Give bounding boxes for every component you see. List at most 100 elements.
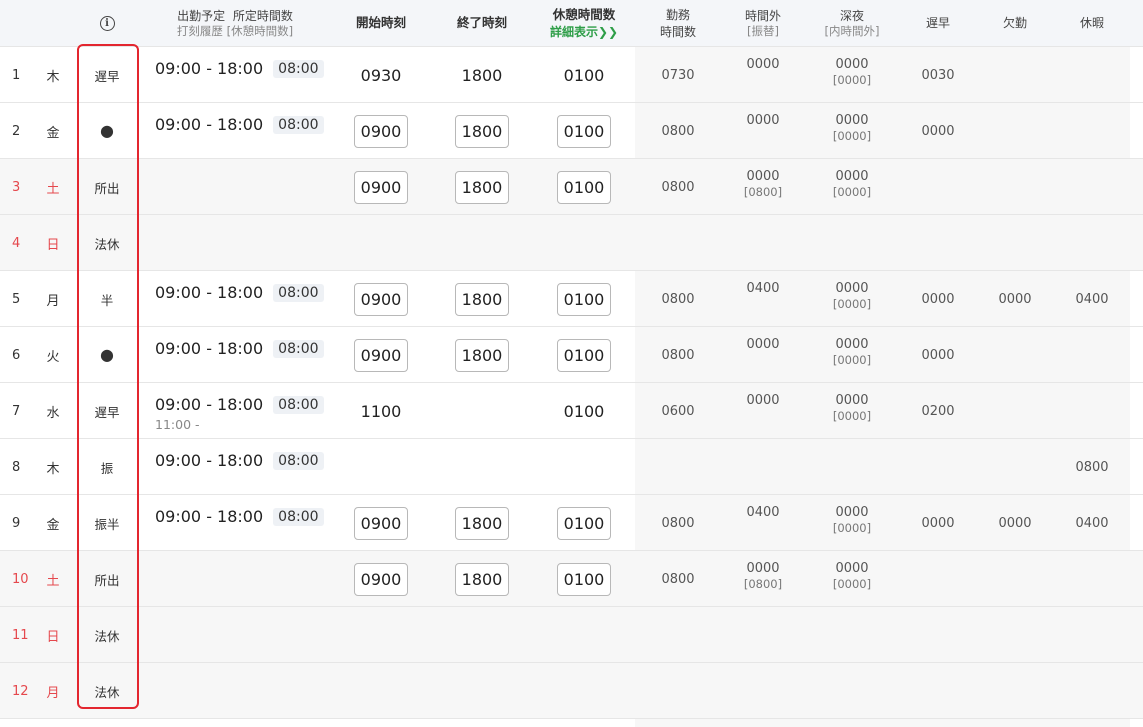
leave-header: 休暇 xyxy=(1079,16,1104,31)
start-time-input[interactable]: 0900 xyxy=(354,170,408,204)
end-time-input[interactable]: 1800 xyxy=(455,114,509,148)
overtime-transfer-value: [0800] xyxy=(743,185,783,199)
day-of-week: 日 xyxy=(46,237,60,253)
rest-time-cell: 0100 xyxy=(542,271,626,327)
attendance-type-cell[interactable]: 半 xyxy=(78,271,136,327)
night-value: 0000 xyxy=(835,281,869,296)
night-value: 0000 xyxy=(835,505,869,520)
start-time-input[interactable]: 0900 xyxy=(354,338,408,372)
end-time-input[interactable]: 1800 xyxy=(455,506,509,540)
attendance-type-cell[interactable]: 所出 xyxy=(78,159,136,215)
work-hours-value: 0800 xyxy=(661,515,695,531)
absence-header: 欠勤 xyxy=(1002,16,1027,31)
work-hours-header: 勤務 時間数 xyxy=(640,0,716,47)
plan-hours-badge: 08:00 xyxy=(273,395,324,414)
work-hours-value: 0730 xyxy=(661,67,695,83)
attendance-type-cell[interactable]: 法休 xyxy=(78,663,136,719)
attendance-type-cell[interactable]: ● xyxy=(78,103,136,159)
plan-time-range: 09:00 - 18:00 xyxy=(155,339,264,358)
rest-time-input[interactable]: 0100 xyxy=(557,338,611,372)
plan-time-line: 09:00 - 18:00 08:00 xyxy=(155,339,324,358)
night-overtime-value: [0000] xyxy=(832,129,872,143)
rest-time-input[interactable]: 0100 xyxy=(557,170,611,204)
attendance-type-cell[interactable]: 振半 xyxy=(78,495,136,551)
late-early-value: 0000 xyxy=(921,291,955,307)
night-cell: 0000 [0000] xyxy=(812,271,892,327)
start-time-value[interactable]: 1100 xyxy=(361,402,402,421)
table-row: 8 木 振 09:00 - 18:00 08:00 0800 xyxy=(0,439,1143,495)
end-time-input[interactable]: 1800 xyxy=(455,562,509,596)
rest-detail-link[interactable]: 詳細表示❯❯ xyxy=(550,24,618,40)
attendance-type-cell[interactable]: 法休 xyxy=(78,215,136,271)
overtime-value: 0000 xyxy=(746,561,780,576)
night-value: 0000 xyxy=(835,113,869,128)
night-header: 深夜 [内時間外] xyxy=(812,0,892,47)
end-time-input[interactable]: 1800 xyxy=(455,338,509,372)
end-time-input[interactable]: 1800 xyxy=(455,170,509,204)
info-icon[interactable]: i xyxy=(99,16,115,31)
type-column-header: i xyxy=(78,0,136,47)
overtime-cell: 0000 [0800] xyxy=(722,159,804,215)
start-time-input[interactable]: 0900 xyxy=(354,114,408,148)
dot-icon: ● xyxy=(100,121,114,140)
plan-title: 出勤予定 xyxy=(177,8,226,23)
attendance-type-cell[interactable]: 遅早 xyxy=(78,383,136,439)
dot-icon: ● xyxy=(100,345,114,364)
day-of-week: 水 xyxy=(46,405,60,421)
attendance-type-label: 所出 xyxy=(94,180,120,196)
rest-time-input[interactable]: 0100 xyxy=(557,562,611,596)
rest-time-input[interactable]: 0100 xyxy=(557,282,611,316)
day-number: 6 xyxy=(12,347,21,363)
attendance-type-cell[interactable]: ● xyxy=(78,327,136,383)
night-cell: 0000 [0000] xyxy=(812,551,892,607)
plan-time-range: 09:00 - 18:00 xyxy=(155,59,264,78)
attendance-type-cell[interactable]: 振 xyxy=(78,439,136,495)
start-time-input[interactable]: 0900 xyxy=(354,506,408,540)
attendance-type-label: 法休 xyxy=(94,236,120,252)
attendance-type-cell[interactable]: 法休 xyxy=(78,607,136,663)
day-of-week: 金 xyxy=(46,517,60,533)
table-row: 1 木 遅早 09:00 - 18:00 08:00 0930 1800 0100 0730 00… xyxy=(0,47,1143,103)
overtime-value: 0000 xyxy=(746,393,780,408)
start-time-cell: 0900 xyxy=(340,159,422,215)
rest-title: 休憩時間数 xyxy=(552,6,616,22)
start-time-value[interactable]: 0930 xyxy=(361,66,402,85)
rest-time-cell: 0100 xyxy=(542,103,626,159)
end-time-header: 終了時刻 xyxy=(456,15,507,31)
planned-shift: 09:00 - 18:00 08:00 xyxy=(155,103,355,159)
end-time-input[interactable]: 1800 xyxy=(455,282,509,316)
plan-time-line: 09:00 - 18:00 08:00 xyxy=(155,395,324,414)
night-value: 0000 xyxy=(835,57,869,72)
planned-shift: 09:00 - 18:00 08:00 xyxy=(155,47,355,103)
start-time-input[interactable]: 0900 xyxy=(354,562,408,596)
rest-time-input[interactable]: 0100 xyxy=(557,114,611,148)
night-overtime-value: [0000] xyxy=(832,353,872,367)
attendance-type-label: 法休 xyxy=(94,628,120,644)
day-number: 10 xyxy=(12,571,29,587)
planned-shift: 09:00 - 18:00 08:00 xyxy=(155,439,355,495)
attendance-type-cell[interactable]: 遅早 xyxy=(78,47,136,103)
day-number: 3 xyxy=(12,179,21,195)
table-row: 9 金 振半 09:00 - 18:00 08:00 0900 1800 0100 0800 04… xyxy=(0,495,1143,551)
late-early-value: 0000 xyxy=(921,123,955,139)
start-time-input[interactable]: 0900 xyxy=(354,282,408,316)
day-of-week: 木 xyxy=(46,69,60,85)
night-value: 0000 xyxy=(835,561,869,576)
table-row: 2 金 ● 09:00 - 18:00 08:00 0900 1800 0100 0800 000… xyxy=(0,103,1143,159)
end-time-cell: 1800 xyxy=(441,271,523,327)
rest-time-value[interactable]: 0100 xyxy=(564,402,605,421)
attendance-type-cell[interactable]: 所出 xyxy=(78,551,136,607)
start-time-cell: 0900 xyxy=(340,271,422,327)
day-number: 2 xyxy=(12,123,21,139)
day-of-week: 月 xyxy=(46,685,60,701)
start-time-cell: 0930 xyxy=(340,47,422,103)
night-overtime-value: [0000] xyxy=(832,73,872,87)
overtime-value: 0000 xyxy=(746,337,780,352)
table-row: 7 水 遅早 09:00 - 18:00 08:00 11:00 - 1100 0100 060… xyxy=(0,383,1143,439)
late-early-value: 0030 xyxy=(921,67,955,83)
rest-time-input[interactable]: 0100 xyxy=(557,506,611,540)
end-time-value[interactable]: 1800 xyxy=(462,66,503,85)
rest-time-value[interactable]: 0100 xyxy=(564,66,605,85)
table-row: 4 日 法休 xyxy=(0,215,1143,271)
planned-shift: 09:00 - 18:00 08:00 xyxy=(155,327,355,383)
